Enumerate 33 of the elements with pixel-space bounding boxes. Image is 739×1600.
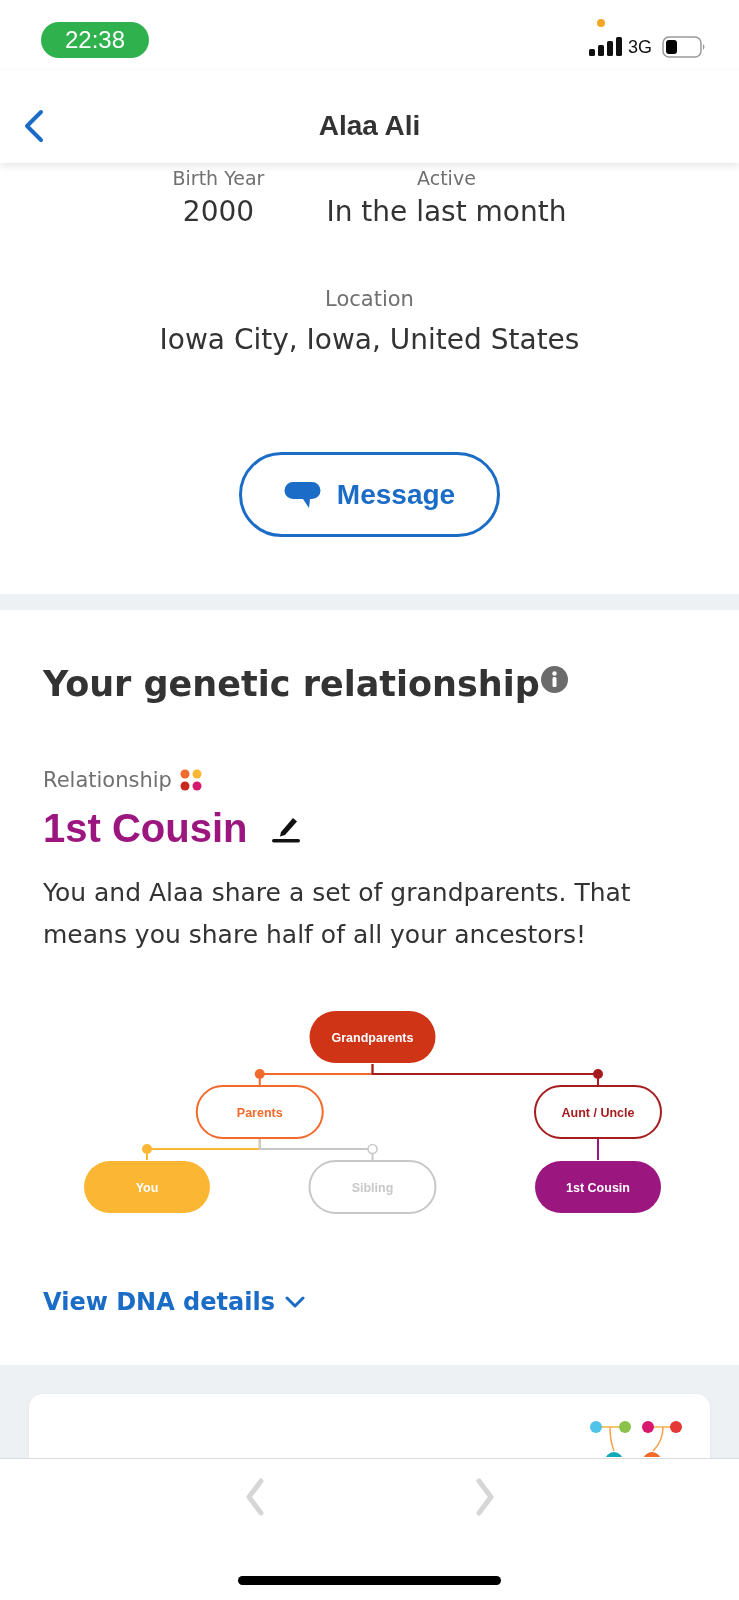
- info-icon[interactable]: [540, 666, 568, 693]
- relationship-description: You and Alaa share a set of grandparents. That means you share half of all your ancestors!: [43, 877, 632, 951]
- fact-value: In the last month: [326, 195, 567, 229]
- network-type: 3G: [628, 37, 652, 56]
- fact-label: Birth Year: [172, 167, 265, 189]
- chat-bubble-icon: [283, 480, 321, 509]
- battery-icon: [662, 35, 706, 58]
- junction-dot-icon: [142, 1144, 152, 1154]
- back-icon[interactable]: [23, 108, 45, 143]
- connector-line: [597, 1138, 599, 1161]
- relationship-value: 1st Cousin: [43, 806, 248, 850]
- section-heading: Your genetic relationship: [43, 663, 540, 705]
- junction-dot-icon: [593, 1069, 603, 1079]
- junction-dot-icon: [254, 1069, 265, 1079]
- tree-node: Grandparents: [309, 1011, 436, 1063]
- indicator-dot-icon: [597, 18, 605, 27]
- signal-icon: [589, 37, 622, 56]
- page-title: Alaa Ali: [317, 108, 422, 143]
- location-label: Location: [325, 287, 414, 311]
- tree-node: Aunt / Uncle: [534, 1085, 662, 1139]
- location-value: Iowa City, Iowa, United States: [159, 323, 580, 357]
- message-button[interactable]: Message: [239, 452, 500, 537]
- four-dots-icon: [179, 769, 202, 791]
- relationship-label: Relationship: [43, 768, 172, 792]
- junction-dot-icon: [367, 1143, 378, 1155]
- clock-time: 22:38: [41, 22, 149, 58]
- chevron-down-icon: [285, 1296, 305, 1308]
- fact-label: Active: [417, 167, 476, 189]
- fact-value: 2000: [182, 195, 255, 229]
- tree-node: You: [84, 1161, 210, 1213]
- view-dna-details-link[interactable]: View DNA details: [43, 1287, 305, 1317]
- tree-node: 1st Cousin: [535, 1161, 661, 1213]
- tree-node: Parents: [195, 1085, 324, 1139]
